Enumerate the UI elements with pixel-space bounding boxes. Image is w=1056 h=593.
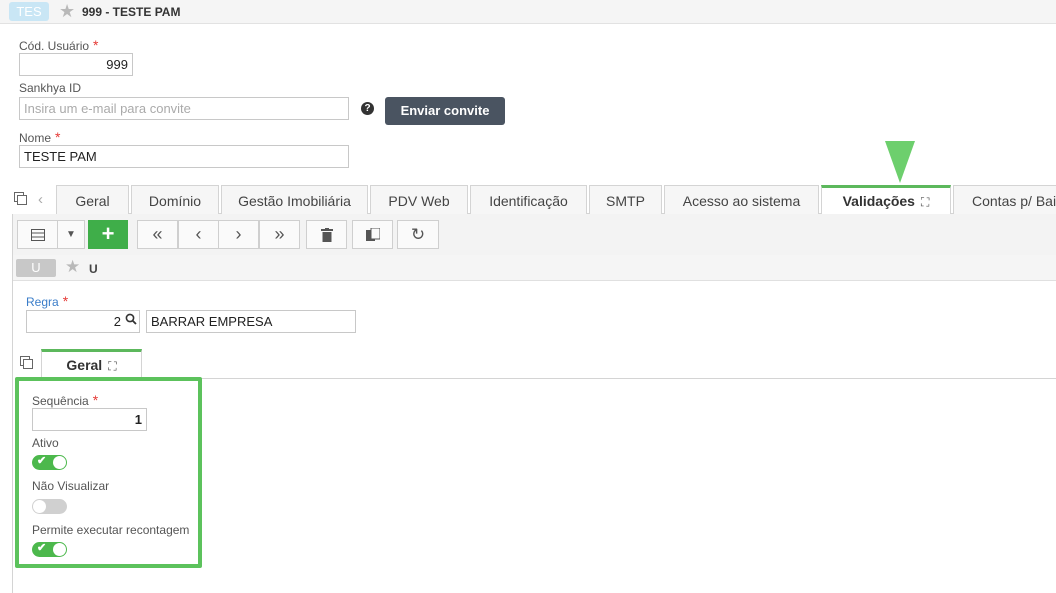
check-icon: ✔ [37,455,47,467]
nome-label: Nome * [19,129,60,145]
delete-icon [320,228,333,242]
expand-icon[interactable]: ⛶ [921,189,929,215]
tab-contas-p-bai[interactable]: Contas p/ Bai [953,185,1056,214]
send-invite-button[interactable]: Enviar convite [385,97,505,125]
star-icon[interactable]: ★ [59,2,75,20]
tab-dominio[interactable]: Domínio [131,185,219,214]
toggle-knob [33,500,46,513]
check-icon: ✔ [37,542,47,554]
permite-recontagem-label: Permite executar recontagem [32,523,190,537]
prev-icon[interactable]: ‹ [178,220,219,249]
duplicate-icon [365,227,380,241]
sankhya-id-placeholder: Insira um e-mail para convite [24,101,191,116]
refresh-icon[interactable]: ↻ [397,220,439,249]
delete-button[interactable] [306,220,347,249]
grid-view-button[interactable] [17,220,58,249]
annotation-arrow [885,141,915,183]
chevron-left-icon[interactable]: ‹ [38,191,43,208]
grid-view-icon [30,229,45,241]
sub-entity-badge: U [16,259,56,277]
tab-gestao-imobiliaria[interactable]: Gestão Imobiliária [221,185,368,214]
cod-usuario-label: Cód. Usuário * [19,37,98,53]
regra-label-text: Regra [26,295,59,309]
toggle-knob [53,543,66,556]
expand-icon[interactable]: ⛶ [108,353,116,379]
sequencia-label-text: Sequência [32,394,89,408]
required-marker: * [93,37,99,53]
tab-validacoes[interactable]: Validações ⛶ [821,185,951,215]
tab-validacoes-label: Validações [842,193,915,209]
cod-usuario-input[interactable]: 999 [19,53,133,76]
tab-pdv-web[interactable]: PDV Web [370,185,468,214]
dropdown-icon[interactable]: ▼ [57,220,85,249]
nao-visualizar-toggle[interactable] [32,499,67,514]
inner-tabs-baseline [142,378,1056,379]
sequencia-input[interactable]: 1 [32,408,147,431]
tab-identificacao[interactable]: Identificação [470,185,587,214]
first-icon[interactable]: « [137,220,178,249]
regra-label: Regra * [26,293,68,309]
tab-geral[interactable]: Geral [56,185,129,214]
add-icon[interactable]: + [88,220,128,249]
search-icon[interactable] [125,313,137,328]
sankhya-id-input[interactable]: Insira um e-mail para convite [19,97,349,120]
copy-icon[interactable] [20,356,33,369]
regra-code-input[interactable]: 2 [26,310,140,333]
sankhya-id-label: Sankhya ID [19,81,82,95]
sequencia-label: Sequência * [32,392,98,408]
entity-badge: TES [9,2,49,21]
inner-tab-geral-label: Geral [66,357,103,373]
record-title: 999 - TESTE PAM [82,5,181,19]
required-marker: * [62,293,69,309]
next-icon[interactable]: › [218,220,259,249]
required-marker: * [92,392,99,408]
nao-visualizar-label: Não Visualizar [32,479,110,493]
toggle-knob [53,456,66,469]
permite-recontagem-toggle[interactable]: ✔ [32,542,67,557]
required-marker: * [55,129,61,145]
nome-label-text: Nome [19,131,52,145]
sub-record-title: U [89,262,98,276]
copy-icon[interactable] [14,192,27,205]
duplicate-button[interactable] [352,220,393,249]
last-icon[interactable]: » [259,220,300,249]
help-icon[interactable]: ? [361,102,374,115]
tab-acesso-ao-sistema[interactable]: Acesso ao sistema [664,185,819,214]
inner-tab-geral[interactable]: Geral ⛶ [41,349,142,379]
nome-input[interactable]: TESTE PAM [19,145,349,168]
ativo-toggle[interactable]: ✔ [32,455,67,470]
tab-smtp[interactable]: SMTP [589,185,662,214]
ativo-label: Ativo [32,436,59,450]
star-icon[interactable]: ★ [65,258,80,276]
sub-record-header [13,255,1056,281]
cod-usuario-label-text: Cód. Usuário [19,39,90,53]
regra-description-input: BARRAR EMPRESA [146,310,356,333]
